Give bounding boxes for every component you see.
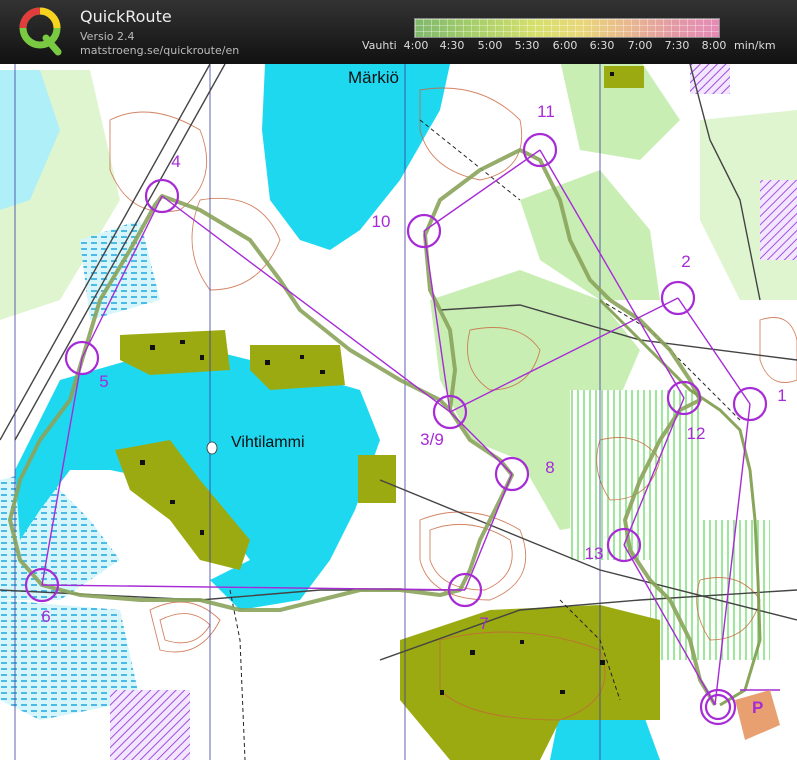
map-canvas — [0, 64, 797, 760]
pace-tick: 4:00 — [403, 39, 429, 52]
place-name-vihtilammi: Vihtilammi — [231, 434, 305, 451]
control-number: 12 — [686, 424, 706, 443]
forbidden-area — [110, 690, 190, 760]
pace-tick: 6:00 — [552, 39, 578, 52]
pace-tick: 7:00 — [627, 39, 653, 52]
app-title: QuickRoute — [80, 7, 172, 26]
forbidden-area — [760, 180, 797, 260]
orienteering-map[interactable]: Märkiö Vihtilammi 1 2 3/9 4 5 6 7 8 10 1… — [0, 64, 797, 760]
control-number: 6 — [41, 607, 51, 626]
control-number: 1 — [777, 386, 787, 405]
island — [206, 441, 218, 455]
pace-tick: 6:30 — [589, 39, 615, 52]
control-number: 5 — [99, 372, 109, 391]
app-version: Versio 2.4 — [80, 30, 135, 43]
app-url: matstroeng.se/quickroute/en — [80, 44, 240, 57]
control-number: 10 — [371, 212, 391, 231]
pace-label: Vauhti — [362, 39, 397, 52]
field — [604, 66, 644, 88]
control-number: 7 — [479, 614, 489, 633]
field — [250, 345, 345, 390]
pace-tick: 5:30 — [514, 39, 540, 52]
field — [120, 330, 230, 375]
field — [358, 455, 396, 503]
pace-tick: 4:30 — [439, 39, 465, 52]
place-name-marki: Märkiö — [348, 68, 400, 87]
pace-tick: 8:00 — [701, 39, 727, 52]
parking-label: P — [752, 698, 764, 717]
control-number: 8 — [545, 458, 555, 477]
control-number: 13 — [584, 544, 604, 563]
pace-tick: 7:30 — [664, 39, 690, 52]
control-number: 2 — [681, 252, 691, 271]
quickroute-logo — [19, 7, 62, 56]
pace-tick: 5:00 — [477, 39, 503, 52]
pace-color-scale — [414, 18, 720, 38]
control-number: 4 — [171, 152, 181, 171]
control-number: 11 — [537, 102, 555, 121]
app-header: QuickRoute Versio 2.4 matstroeng.se/quic… — [0, 0, 797, 64]
control-number: 3/9 — [420, 430, 444, 449]
pace-unit: min/km — [734, 39, 776, 52]
